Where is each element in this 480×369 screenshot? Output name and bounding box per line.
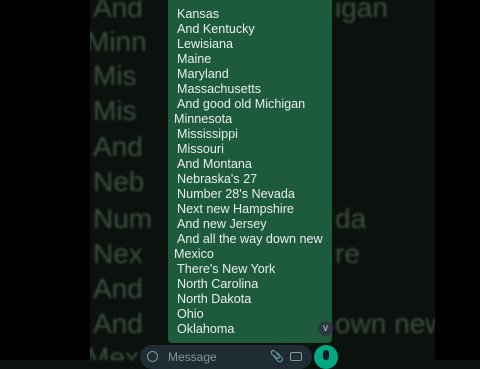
echo-line: Neb (93, 166, 145, 197)
left-letterbox (0, 0, 90, 360)
message-line: Ohio (177, 307, 204, 321)
message-line: Nebraska's 27 (177, 172, 258, 186)
message-line: And all the way down new (177, 232, 323, 246)
message-line: And Kentucky (177, 22, 255, 36)
message-line: There's New York (177, 262, 276, 276)
message-line: Maine (177, 52, 212, 66)
message-line: Number 28's Nevada (177, 187, 295, 201)
message-text: Kansas And Kentucky Lewisiana Maine Mary… (174, 0, 332, 337)
microphone-button[interactable] (314, 345, 338, 369)
echo-line: And (93, 131, 143, 162)
echo-fragment: igan (335, 0, 388, 23)
echo-line: And (93, 308, 143, 339)
emoji-icon[interactable] (147, 351, 158, 362)
echo-line: Mis (93, 95, 137, 126)
message-line: And good old Michigan (177, 97, 306, 111)
echo-fragment: own new (335, 308, 446, 339)
echo-line: And (93, 273, 143, 304)
message-line: Maryland (177, 67, 229, 81)
message-line: Kansas (177, 7, 220, 21)
message-line: Lewisiana (177, 37, 234, 51)
chevron-double-down-icon[interactable]: ∨ (318, 321, 333, 336)
echo-line: Mex (86, 342, 139, 360)
echo-line: Mis (93, 60, 137, 91)
message-line: Missouri (177, 142, 224, 156)
echo-fragment: re (335, 238, 360, 269)
message-input[interactable] (166, 348, 260, 366)
echo-line: Num (93, 203, 153, 234)
message-line: North Dakota (177, 292, 252, 306)
message-line: Mexico (174, 247, 214, 261)
echo-line: Nex (93, 238, 143, 269)
message-line: And Montana (177, 157, 252, 171)
right-letterbox (435, 0, 480, 360)
message-line: Oklahoma (177, 322, 235, 336)
message-line: Massachusetts (177, 82, 261, 96)
message-line: Minnesota (174, 112, 233, 126)
microphone-icon (323, 350, 329, 360)
message-line: North Carolina (177, 277, 259, 291)
message-bubble[interactable]: Kansas And Kentucky Lewisiana Maine Mary… (168, 0, 332, 343)
message-line: And new Jersey (177, 217, 267, 231)
message-compose-bar[interactable]: 📎 (140, 345, 312, 369)
paperclip-icon[interactable]: 📎 (270, 350, 284, 363)
message-line: Next new Hampshire (177, 202, 294, 216)
echo-fragment: da (335, 203, 367, 234)
echo-line: And (93, 0, 143, 23)
message-line: Mississippi (177, 127, 238, 141)
echo-line: Minn (86, 26, 147, 57)
